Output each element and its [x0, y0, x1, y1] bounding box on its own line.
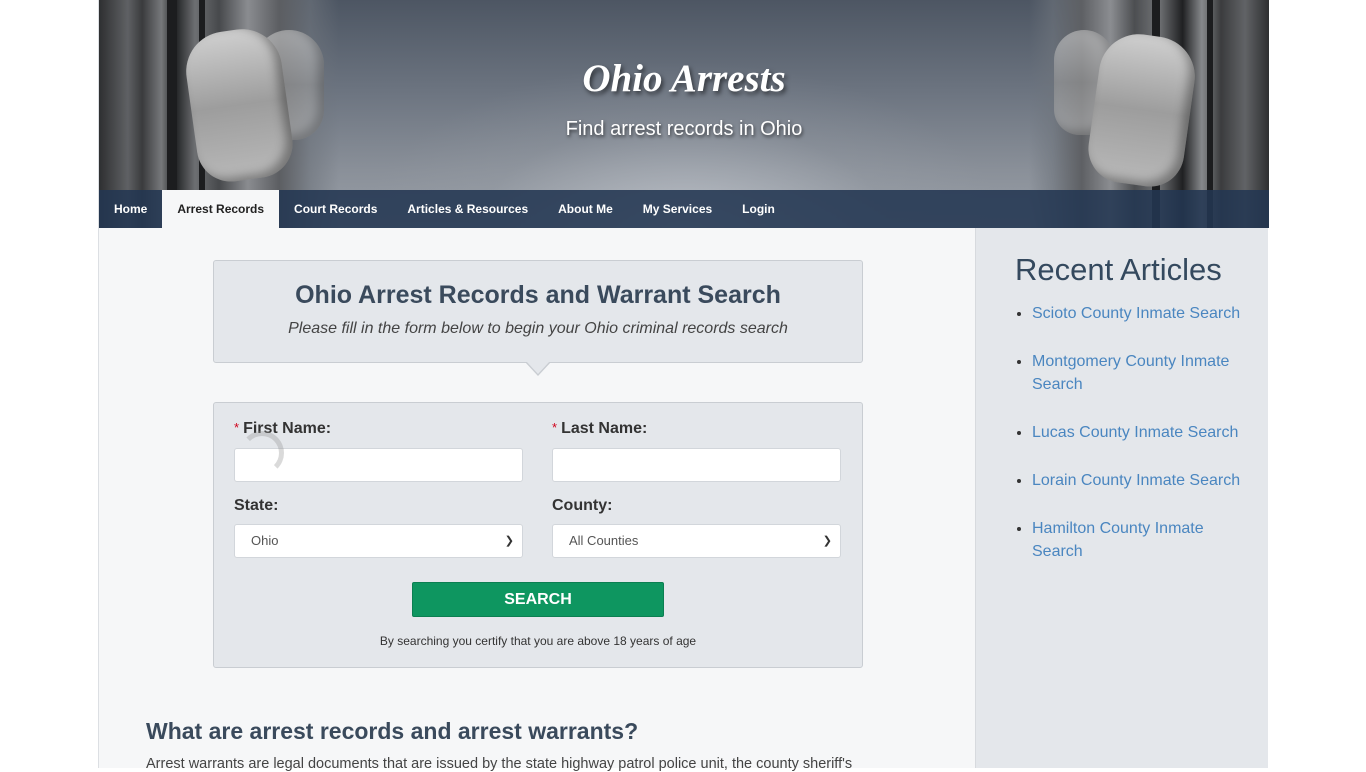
last-name-label: * Last Name:	[552, 420, 841, 440]
list-item: Montgomery County Inmate Search	[1032, 350, 1252, 396]
state-label: State:	[234, 497, 279, 514]
article-link-lorain[interactable]: Lorain County Inmate Search	[1032, 472, 1240, 489]
nav-about-me[interactable]: About Me	[543, 190, 628, 228]
site-tagline: Find arrest records in Ohio	[565, 118, 803, 140]
last-name-field: * Last Name:	[552, 420, 841, 482]
first-name-label: * First Name:	[234, 420, 523, 440]
county-label: County:	[552, 497, 613, 514]
first-name-label-text: First Name:	[243, 420, 332, 437]
state-field: State: Ohio ❯	[234, 497, 523, 558]
site-title[interactable]: Ohio Arrests	[99, 56, 1269, 101]
callout-arrow	[525, 361, 551, 376]
nav-my-services[interactable]: My Services	[628, 190, 727, 228]
list-item: Lucas County Inmate Search	[1032, 421, 1252, 444]
state-selected-value: Ohio	[251, 533, 279, 548]
search-button[interactable]: SEARCH	[412, 582, 664, 617]
sidebar-title: Recent Articles	[1015, 252, 1222, 287]
article-heading: What are arrest records and arrest warra…	[146, 718, 639, 744]
sidebar: Recent Articles Scioto County Inmate Sea…	[975, 228, 1268, 768]
nav-login[interactable]: Login	[727, 190, 790, 228]
chevron-down-icon: ❯	[822, 535, 832, 547]
nav-home[interactable]: Home	[99, 190, 162, 228]
search-header-box: Ohio Arrest Records and Warrant Search P…	[213, 260, 863, 363]
first-name-field: * First Name:	[234, 420, 523, 482]
county-field: County: All Counties ❯	[552, 497, 841, 558]
page-container: Ohio Arrests Find arrest records in Ohio…	[98, 0, 1269, 772]
search-subtitle: Please fill in the form below to begin y…	[288, 320, 788, 337]
article-link-scioto[interactable]: Scioto County Inmate Search	[1032, 305, 1240, 322]
list-item: Lorain County Inmate Search	[1032, 469, 1252, 492]
last-name-label-text: Last Name:	[561, 420, 648, 437]
article-link-montgomery[interactable]: Montgomery County Inmate Search	[1032, 353, 1229, 393]
first-name-input[interactable]	[234, 448, 523, 482]
chevron-down-icon: ❯	[504, 535, 514, 547]
required-marker: *	[234, 420, 240, 435]
state-select[interactable]: Ohio ❯	[234, 524, 523, 558]
list-item: Hamilton County Inmate Search	[1032, 517, 1252, 563]
article-link-lucas[interactable]: Lucas County Inmate Search	[1032, 424, 1238, 441]
nav-articles-resources[interactable]: Articles & Resources	[392, 190, 543, 228]
nav-arrest-records[interactable]: Arrest Records	[162, 190, 280, 228]
header-banner: Ohio Arrests Find arrest records in Ohio…	[99, 0, 1269, 228]
nav-court-records[interactable]: Court Records	[279, 190, 392, 228]
county-selected-value: All Counties	[569, 533, 639, 548]
search-form: * First Name: * Last Name: State: Ohio ❯ C…	[213, 402, 863, 668]
recent-articles-list: Scioto County Inmate Search Montgomery C…	[1032, 302, 1252, 588]
county-select[interactable]: All Counties ❯	[552, 524, 841, 558]
age-disclaimer: By searching you certify that you are ab…	[379, 634, 697, 648]
required-marker: *	[552, 420, 558, 435]
list-item: Scioto County Inmate Search	[1032, 302, 1252, 325]
search-title: Ohio Arrest Records and Warrant Search	[295, 281, 781, 309]
main-nav: Home Arrest Records Court Records Articl…	[99, 190, 1269, 228]
last-name-input[interactable]	[552, 448, 841, 482]
article-paragraph: Arrest warrants are legal documents that…	[146, 756, 853, 772]
article-link-hamilton[interactable]: Hamilton County Inmate Search	[1032, 520, 1204, 560]
